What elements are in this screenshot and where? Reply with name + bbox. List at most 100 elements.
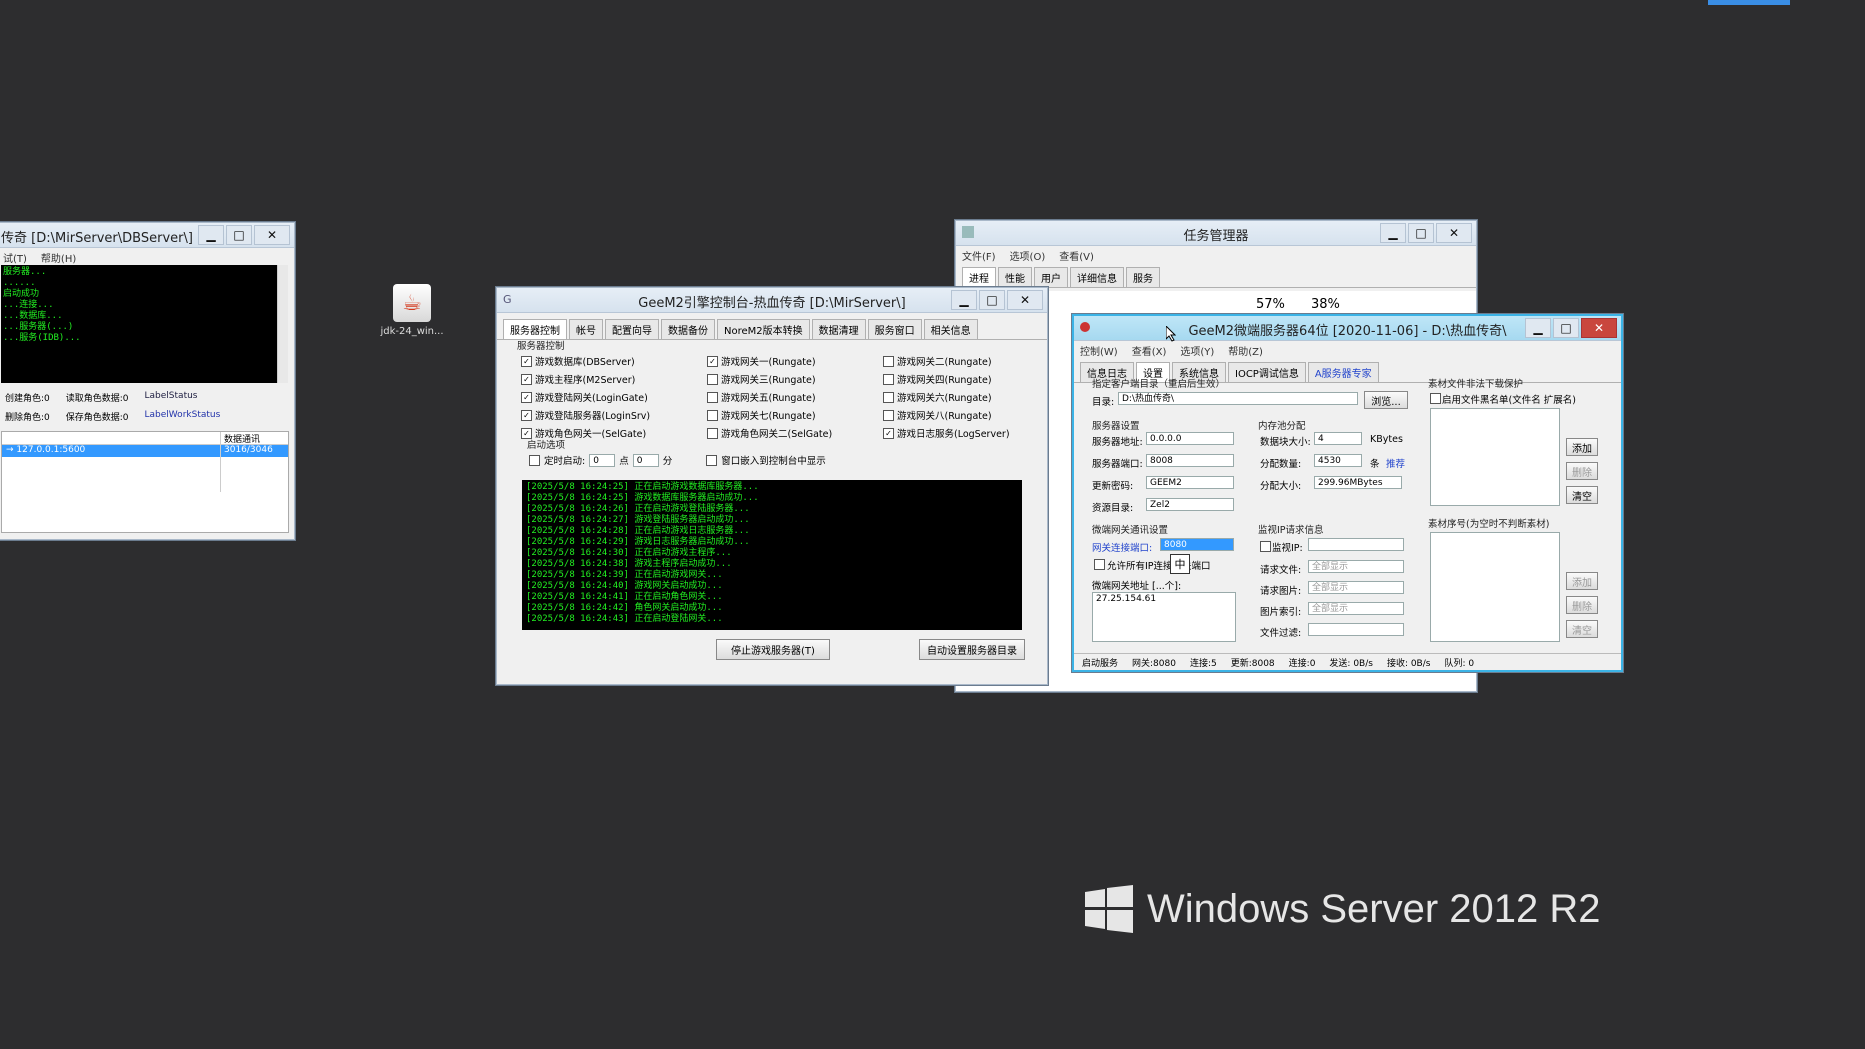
tab-processes[interactable]: 进程	[962, 267, 996, 287]
tab-backup[interactable]: 数据备份	[661, 319, 715, 339]
close-button[interactable]: ✕	[254, 225, 290, 245]
tab-account[interactable]: 帐号	[569, 319, 603, 339]
blacklist-box[interactable]	[1430, 408, 1560, 506]
add-blacklist-button[interactable]: 添加	[1566, 438, 1598, 456]
embed-checkbox[interactable]	[706, 454, 718, 466]
monitor-ip-checkbox[interactable]	[1260, 541, 1271, 552]
check-rungate-1[interactable]: ✓ 游戏网关一(Rungate)	[707, 354, 883, 368]
micro-titlebar[interactable]: GeeM2微端服务器64位 [2020-11-06] - D:\热血传奇\ ▁ …	[1074, 316, 1621, 341]
tab-details[interactable]: 详细信息	[1070, 267, 1124, 287]
checkbox[interactable]	[707, 391, 718, 403]
menu-item[interactable]: 帮助(H)	[41, 250, 76, 265]
dir-input[interactable]: D:\热血传奇\	[1118, 392, 1358, 405]
allow-all-checkbox[interactable]	[1094, 559, 1105, 570]
server-port-input[interactable]: 8008	[1146, 454, 1234, 467]
check-rungate-4[interactable]: 游戏网关四(Rungate)	[883, 372, 1031, 386]
jdk-installer-icon[interactable]: ☕ jdk-24_win...	[380, 284, 444, 337]
maximize-button[interactable]: □	[1408, 223, 1434, 243]
checkbox[interactable]	[883, 373, 894, 385]
menu-item[interactable]: 文件(F)	[962, 248, 996, 263]
scrollbar[interactable]	[277, 265, 288, 383]
checkbox[interactable]	[883, 355, 894, 367]
tab-data-clean[interactable]: 数据清理	[811, 319, 866, 339]
timer-checkbox[interactable]	[529, 454, 540, 466]
status-start[interactable]: 启动服务	[1082, 656, 1118, 669]
taskmgr-titlebar[interactable]: 任务管理器 ▁ □ ✕	[956, 221, 1476, 246]
check-rungate-3[interactable]: 游戏网关三(Rungate)	[707, 372, 883, 386]
maximize-button[interactable]: □	[979, 290, 1005, 310]
minimize-button[interactable]: ▁	[198, 225, 224, 245]
menu-item[interactable]: 试(T)	[3, 250, 27, 265]
table-row[interactable]: → 127.0.0.1:5600 3016/3046	[2, 445, 288, 457]
menu-item[interactable]: 选项(O)	[1010, 248, 1046, 263]
dbserver-titlebar[interactable]: 传奇 [D:\MirServer\DBServer\] ▁ □ ✕	[0, 223, 294, 248]
delete-material-button[interactable]: 删除	[1566, 596, 1598, 614]
auto-set-dir-button[interactable]: 自动设置服务器目录	[919, 639, 1025, 660]
column-header[interactable]: 数据通讯	[224, 432, 260, 445]
checkbox[interactable]: ✓	[521, 373, 532, 385]
minimize-button[interactable]: ▁	[1525, 318, 1551, 338]
clear-material-button[interactable]: 清空	[1566, 620, 1598, 638]
block-size-input[interactable]: 4	[1314, 432, 1362, 445]
tab-iocp-debug[interactable]: IOCP调试信息	[1228, 362, 1306, 382]
geem2-titlebar[interactable]: G GeeM2引擎控制台-热血传奇 [D:\MirServer\] ▁ □ ✕	[497, 288, 1047, 313]
img-index-select[interactable]: 全部显示	[1308, 602, 1404, 615]
tab-services[interactable]: 服务	[1126, 267, 1160, 287]
tab-config-wizard[interactable]: 配置向导	[605, 319, 659, 339]
maximize-button[interactable]: □	[226, 225, 252, 245]
close-button[interactable]: ✕	[1007, 290, 1043, 310]
tab-version-convert[interactable]: NoreM2版本转换	[717, 319, 810, 339]
checkbox[interactable]	[883, 391, 894, 403]
gw-addr-textarea[interactable]: 27.25.154.61	[1092, 592, 1236, 642]
material-box[interactable]	[1430, 532, 1560, 642]
check-logingate[interactable]: ✓ 游戏登陆网关(LoginGate)	[521, 390, 707, 404]
check-rungate-2[interactable]: 游戏网关二(Rungate)	[883, 354, 1031, 368]
res-dir-input[interactable]: Zel2	[1146, 498, 1234, 511]
check-rungate-7[interactable]: 游戏网关七(Rungate)	[707, 408, 883, 422]
recommend-link[interactable]: 推荐	[1386, 456, 1405, 470]
minute-input[interactable]: 0	[632, 453, 659, 467]
close-button[interactable]: ✕	[1581, 318, 1617, 338]
checkbox[interactable]: ✓	[521, 355, 532, 367]
connection-list[interactable]: 数据通讯 → 127.0.0.1:5600 3016/3046	[1, 431, 289, 533]
checkbox[interactable]	[883, 409, 894, 421]
close-button[interactable]: ✕	[1436, 223, 1472, 243]
menu-item[interactable]: 查看(V)	[1059, 248, 1094, 263]
tab-performance[interactable]: 性能	[998, 267, 1032, 287]
checkbox[interactable]	[707, 373, 718, 385]
menu-item[interactable]: 查看(X)	[1132, 343, 1167, 358]
tab-server-expert[interactable]: A服务器专家	[1307, 362, 1379, 382]
check-rungate-5[interactable]: 游戏网关五(Rungate)	[707, 390, 883, 404]
browse-button[interactable]: 浏览...	[1364, 391, 1408, 409]
checkbox[interactable]: ✓	[883, 427, 894, 439]
tab-server-control[interactable]: 服务器控制	[503, 319, 567, 339]
checkbox[interactable]: ✓	[521, 409, 532, 421]
checkbox[interactable]	[707, 427, 718, 439]
minimize-button[interactable]: ▁	[1380, 223, 1406, 243]
server-addr-input[interactable]: 0.0.0.0	[1146, 432, 1234, 445]
checkbox[interactable]: ✓	[521, 391, 532, 403]
check-rungate-6[interactable]: 游戏网关六(Rungate)	[883, 390, 1031, 404]
menu-item[interactable]: 控制(W)	[1080, 343, 1118, 358]
tab-related-info[interactable]: 相关信息	[923, 319, 978, 339]
gw-port-input[interactable]: 8080	[1160, 538, 1234, 551]
req-file-select[interactable]: 全部显示	[1308, 560, 1404, 573]
file-filter-input[interactable]	[1308, 623, 1404, 636]
check-loginsrv[interactable]: ✓ 游戏登陆服务器(LoginSrv)	[521, 408, 707, 422]
menu-item[interactable]: 帮助(Z)	[1228, 343, 1263, 358]
alloc-count-input[interactable]: 4530	[1314, 454, 1362, 467]
check-dbserver[interactable]: ✓ 游戏数据库(DBServer)	[521, 354, 707, 368]
menu-item[interactable]: 选项(Y)	[1180, 343, 1214, 358]
stop-server-button[interactable]: 停止游戏服务器(T)	[716, 639, 830, 660]
checkbox[interactable]: ✓	[707, 355, 718, 367]
maximize-button[interactable]: □	[1553, 318, 1579, 338]
check-selgate-2[interactable]: 游戏角色网关二(SelGate)	[707, 426, 883, 440]
delete-blacklist-button[interactable]: 删除	[1566, 462, 1598, 480]
checkbox[interactable]	[707, 409, 718, 421]
check-m2server[interactable]: ✓ 游戏主程序(M2Server)	[521, 372, 707, 386]
clear-blacklist-button[interactable]: 清空	[1566, 486, 1598, 504]
enable-blacklist-checkbox[interactable]	[1430, 393, 1441, 404]
check-rungate-8[interactable]: 游戏网关八(Rungate)	[883, 408, 1031, 422]
hour-input[interactable]: 0	[589, 453, 616, 467]
monitor-ip-input[interactable]	[1308, 538, 1404, 551]
